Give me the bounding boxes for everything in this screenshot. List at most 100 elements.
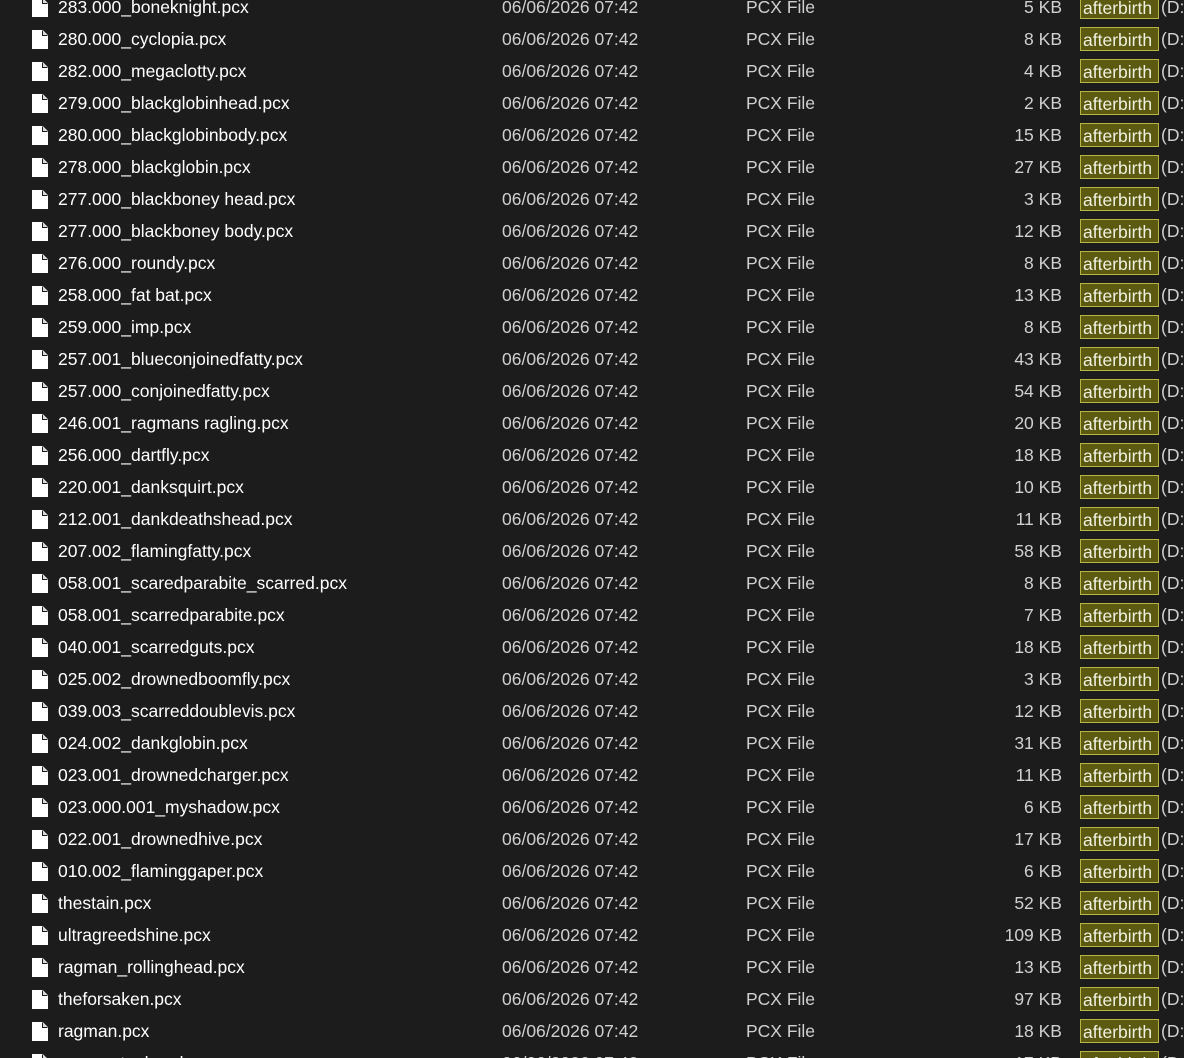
- file-row[interactable]: 246.001_ragmans ragling.pcx 06/06/2026 07…: [0, 407, 1184, 439]
- tag-badge[interactable]: afterbirth: [1080, 283, 1159, 307]
- file-row[interactable]: 058.001_scarredparabite.pcx 06/06/2026 07…: [0, 599, 1184, 631]
- file-name: 058.001_scarredparabite.pcx: [58, 605, 285, 625]
- tag-badge[interactable]: afterbirth: [1080, 795, 1159, 819]
- tag-badge[interactable]: afterbirth: [1080, 603, 1159, 627]
- tag-badge[interactable]: afterbirth: [1080, 379, 1159, 403]
- file-row[interactable]: 280.000_cyclopia.pcx 06/06/2026 07:42 PCX …: [0, 23, 1184, 55]
- file-type: PCX File: [746, 829, 816, 849]
- file-name: 256.000_dartfly.pcx: [58, 445, 210, 465]
- tag-badge[interactable]: afterbirth: [1080, 635, 1159, 659]
- file-row[interactable]: ragman_rollinghead.pcx 06/06/2026 07:42 PC…: [0, 951, 1184, 983]
- file-row[interactable]: 278.000_blackglobin.pcx 06/06/2026 07:42 P…: [0, 151, 1184, 183]
- tag-badge[interactable]: afterbirth: [1080, 1051, 1159, 1058]
- file-icon: [32, 350, 48, 369]
- file-name: 278.000_blackglobin.pcx: [58, 157, 251, 177]
- tag-badge[interactable]: afterbirth: [1080, 987, 1159, 1011]
- file-date-modified: 06/06/2026 07:42: [502, 701, 639, 721]
- tag-badge[interactable]: afterbirth: [1080, 251, 1159, 275]
- file-row[interactable]: 220.001_danksquirt.pcx 06/06/2026 07:42 PC…: [0, 471, 1184, 503]
- file-row[interactable]: 277.000_blackboney body.pcx 06/06/2026 07…: [0, 215, 1184, 247]
- tag-badge[interactable]: afterbirth: [1080, 1019, 1159, 1043]
- tag-badge[interactable]: afterbirth: [1080, 667, 1159, 691]
- file-name: 058.001_scaredparabite_scarred.pcx: [58, 573, 347, 593]
- file-row[interactable]: 022.001_drownedhive.pcx 06/06/2026 07:42 P…: [0, 823, 1184, 855]
- file-size: 12 KB: [1014, 701, 1062, 721]
- file-row[interactable]: 280.000_blackglobinbody.pcx 06/06/2026 07…: [0, 119, 1184, 151]
- tag-badge[interactable]: afterbirth: [1080, 475, 1159, 499]
- file-row[interactable]: ragman.pcx 06/06/2026 07:42 PCX File 18 KB a…: [0, 1015, 1184, 1047]
- file-row[interactable]: 257.000_conjoinedfatty.pcx 06/06/2026 07:…: [0, 375, 1184, 407]
- file-type: PCX File: [746, 701, 816, 721]
- tag-badge[interactable]: afterbirth: [1080, 347, 1159, 371]
- file-name: 283.000_boneknight.pcx: [58, 0, 249, 17]
- tag-badge[interactable]: afterbirth: [1080, 155, 1159, 179]
- file-size: 17 KB: [960, 1047, 1062, 1058]
- tag-badge[interactable]: afterbirth: [1080, 955, 1159, 979]
- tag-badge[interactable]: afterbirth: [1080, 859, 1159, 883]
- file-row[interactable]: 279.000_blackglobinhead.pcx 06/06/2026 07…: [0, 87, 1184, 119]
- file-row[interactable]: 023.000.001_myshadow.pcx 06/06/2026 07:42…: [0, 791, 1184, 823]
- tag-badge[interactable]: afterbirth: [1080, 827, 1159, 851]
- file-type: PCX File: [746, 381, 816, 401]
- file-icon: [32, 0, 48, 17]
- tag-badge[interactable]: afterbirth: [1080, 443, 1159, 467]
- tag-badge[interactable]: afterbirth: [1080, 923, 1159, 947]
- tag-badge[interactable]: afterbirth: [1080, 571, 1159, 595]
- file-row[interactable]: thestain.pcx 06/06/2026 07:42 PCX File 52 K…: [0, 887, 1184, 919]
- tag-badge[interactable]: afterbirth: [1080, 539, 1159, 563]
- tag-badge[interactable]: afterbirth: [1080, 59, 1159, 83]
- file-row[interactable]: 040.001_scarredguts.pcx 06/06/2026 07:42 P…: [0, 631, 1184, 663]
- file-type: PCX File: [746, 797, 816, 817]
- drive-label: (D:: [1161, 317, 1184, 337]
- file-row[interactable]: 024.002_dankglobin.pcx 06/06/2026 07:42 PC…: [0, 727, 1184, 759]
- file-row[interactable]: 283.000_boneknight.pcx 06/06/2026 07:42 PC…: [0, 0, 1184, 23]
- file-row[interactable]: 039.003_scarreddoublevis.pcx 06/06/2026 0…: [0, 695, 1184, 727]
- tag-badge[interactable]: afterbirth: [1080, 27, 1159, 51]
- file-date-modified: 06/06/2026 07:42: [502, 925, 639, 945]
- file-icon: [32, 510, 48, 529]
- file-size: 20 KB: [1014, 413, 1062, 433]
- tag-badge[interactable]: afterbirth: [1080, 411, 1159, 435]
- file-name: 279.000_blackglobinhead.pcx: [58, 93, 290, 113]
- tag-badge[interactable]: afterbirth: [1080, 699, 1159, 723]
- file-icon: [32, 606, 48, 625]
- file-row[interactable]: 023.001_drownedcharger.pcx 06/06/2026 07:…: [0, 759, 1184, 791]
- file-row[interactable]: 276.000_roundy.pcx 06/06/2026 07:42 PCX Fi…: [0, 247, 1184, 279]
- file-name: 259.000_imp.pcx: [58, 317, 192, 337]
- file-row[interactable]: 277.000_blackboney head.pcx 06/06/2026 07…: [0, 183, 1184, 215]
- file-icon: [32, 734, 48, 753]
- tag-badge[interactable]: afterbirth: [1080, 315, 1159, 339]
- file-date-modified: 06/06/2026 07:42: [502, 0, 639, 17]
- file-row[interactable]: 259.000_imp.pcx 06/06/2026 07:42 PCX File 8…: [0, 311, 1184, 343]
- tag-badge[interactable]: afterbirth: [1080, 763, 1159, 787]
- file-row[interactable]: megasatanhead.pcx 06/06/2026 07:42 PCX Fil…: [0, 1047, 1184, 1058]
- file-name: 257.000_conjoinedfatty.pcx: [58, 381, 270, 401]
- file-row[interactable]: 282.000_megaclotty.pcx 06/06/2026 07:42 PC…: [0, 55, 1184, 87]
- file-row[interactable]: 207.002_flamingfatty.pcx 06/06/2026 07:42…: [0, 535, 1184, 567]
- tag-badge[interactable]: afterbirth: [1080, 187, 1159, 211]
- file-row[interactable]: ultragreedshine.pcx 06/06/2026 07:42 PCX F…: [0, 919, 1184, 951]
- tag-badge[interactable]: afterbirth: [1080, 123, 1159, 147]
- file-row[interactable]: theforsaken.pcx 06/06/2026 07:42 PCX File 9…: [0, 983, 1184, 1015]
- file-row[interactable]: 212.001_dankdeathshead.pcx 06/06/2026 07:…: [0, 503, 1184, 535]
- tag-badge[interactable]: afterbirth: [1080, 891, 1159, 915]
- drive-label: (D:: [1161, 765, 1184, 785]
- file-row[interactable]: 257.001_blueconjoinedfatty.pcx 06/06/2026…: [0, 343, 1184, 375]
- file-icon: [32, 414, 48, 433]
- tag-badge[interactable]: afterbirth: [1080, 0, 1159, 19]
- file-row[interactable]: 258.000_fat bat.pcx 06/06/2026 07:42 PCX F…: [0, 279, 1184, 311]
- file-type: PCX File: [746, 413, 816, 433]
- tag-badge[interactable]: afterbirth: [1080, 507, 1159, 531]
- file-icon: [32, 126, 48, 145]
- file-size: 8 KB: [1024, 29, 1062, 49]
- tag-badge[interactable]: afterbirth: [1080, 219, 1159, 243]
- tag-badge[interactable]: afterbirth: [1080, 731, 1159, 755]
- file-date-modified: 06/06/2026 07:42: [502, 445, 639, 465]
- file-row[interactable]: 010.002_flaminggaper.pcx 06/06/2026 07:42…: [0, 855, 1184, 887]
- file-row[interactable]: 025.002_drownedboomfly.pcx 06/06/2026 07:…: [0, 663, 1184, 695]
- tag-badge[interactable]: afterbirth: [1080, 91, 1159, 115]
- drive-label: (D:: [1161, 637, 1184, 657]
- file-name: ultragreedshine.pcx: [58, 925, 211, 945]
- file-row[interactable]: 058.001_scaredparabite_scarred.pcx 06/06/…: [0, 567, 1184, 599]
- file-row[interactable]: 256.000_dartfly.pcx 06/06/2026 07:42 PCX F…: [0, 439, 1184, 471]
